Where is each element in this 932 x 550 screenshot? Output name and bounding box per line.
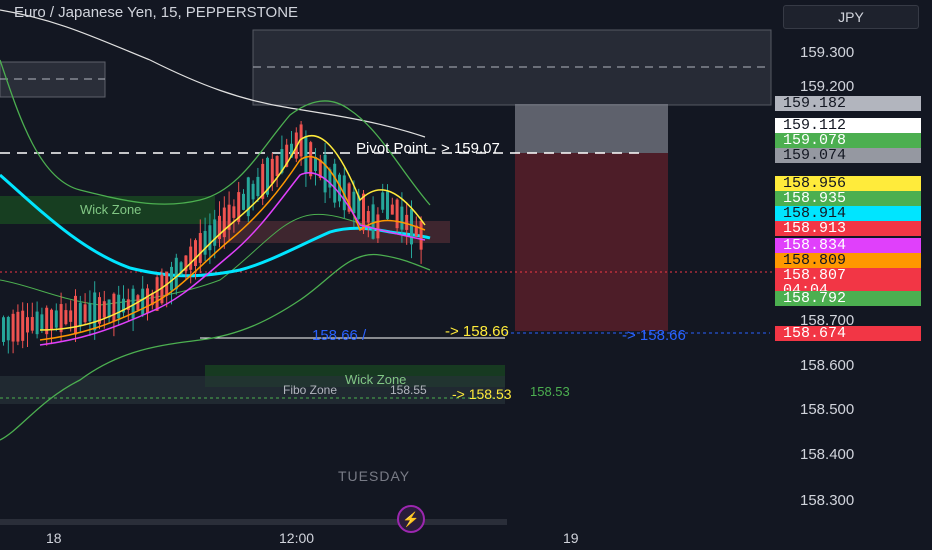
time-label-1200: 12:00 [279,530,315,546]
candle-body [405,214,409,230]
symbol-title[interactable]: Euro / Japanese Yen, 15, PEPPERSTONE [14,4,298,21]
candle-body [174,257,178,290]
price-tag: 159.078 [775,133,921,148]
candle-body [93,292,97,331]
candle-body [251,183,255,200]
chart-area[interactable]: Euro / Japanese Yen, 15, PEPPERSTONE Piv… [0,0,775,533]
candle-body [395,199,399,229]
price-tag: 158.935 [775,191,921,206]
price-tag: 158.956 [775,176,921,191]
wick-zone-upper-label: Wick Zone [80,202,142,217]
candle-body [371,204,375,239]
price-tag: 158.807 [775,268,921,283]
price-chart[interactable] [0,0,775,525]
candle-body [376,214,380,239]
price-tag: 158.809 [775,253,921,268]
fibo-zone-value: 158.55 [390,383,427,397]
candle-body [323,154,327,193]
candle-body [78,302,82,326]
price-tag: 158.914 [775,206,921,221]
pivot-point-label: Pivot Point - > 159.07 [356,140,500,157]
candle-body [54,310,58,328]
candle-body [35,311,39,335]
price-tag: 158.674 [775,326,921,341]
candle-body [256,176,260,197]
candle-body [26,317,29,333]
candle-body [203,230,207,255]
price-tag: 158.913 [775,221,921,236]
candle-body [16,311,20,342]
candle-body [213,219,217,246]
candle-body [194,240,197,266]
candle-body [117,294,121,319]
candle-body [30,317,34,331]
price-tick: 158.500 [800,401,855,418]
price-tick: 158.400 [800,446,855,463]
level-label-yellow: -> 158.66 [445,323,509,340]
candle-body [366,211,370,223]
price-tag: 159.182 [775,96,921,111]
candle-body [309,142,313,177]
candle-body [304,136,308,173]
candle-body [107,299,111,318]
candle-body [83,304,87,323]
day-label: TUESDAY [338,468,411,484]
time-label-19: 19 [563,530,579,546]
candle-body [390,204,394,215]
candle-body [333,163,337,203]
candle-body [232,206,236,218]
candle-body [410,208,413,245]
candle-body [141,288,145,315]
candle-body [198,233,202,263]
candle-body [419,220,423,250]
fibo-zone[interactable] [0,376,505,404]
candle-body [112,293,116,322]
level-label-blue-b: -> 158.66 [622,327,686,344]
candle-body [69,310,73,322]
candle-body [88,303,92,322]
price-tag: 159.112 [775,118,921,133]
candle-body [50,309,53,331]
target-zone-box[interactable] [515,104,668,153]
candle-body [11,313,15,342]
level-label-blue-a: 158.66 / [312,327,367,344]
level-label-yellow-lower: -> 158.53 [452,386,512,402]
candle-body [146,288,149,314]
candle-body [352,191,356,214]
candle-body [2,317,5,342]
candle-body [275,156,279,176]
candle-body [400,206,404,230]
candle-body [21,310,25,341]
price-tag: 158.792 [775,291,921,306]
price-tick: 159.300 [800,44,855,61]
candle-body [189,246,193,270]
level-label-green-lower: 158.53 [530,384,570,399]
candle-body [6,316,10,341]
candle-body [222,207,226,238]
candle-body [102,301,106,318]
stop-zone-box[interactable] [515,153,668,331]
candle-body [386,191,389,220]
price-tick: 158.600 [800,357,855,374]
candle-body [74,295,77,335]
candle-body [170,266,173,291]
time-axis[interactable] [0,525,932,550]
candle-body [381,192,385,210]
candle-body [40,314,44,330]
candle-body [155,277,159,311]
orange-ma-line [39,155,426,341]
price-tick: 159.200 [800,78,855,95]
candle-body [208,225,212,251]
price-tag: 159.074 [775,148,921,163]
candle-body [242,193,245,210]
price-tag: 158.834 [775,238,921,253]
candle-body [362,193,365,231]
fibo-zone-label: Fibo Zone [283,383,338,397]
candle-body [59,304,63,333]
candle-body [270,158,274,184]
price-tick: 158.300 [800,492,855,509]
candle-body [64,310,68,325]
time-label-18: 18 [46,530,62,546]
